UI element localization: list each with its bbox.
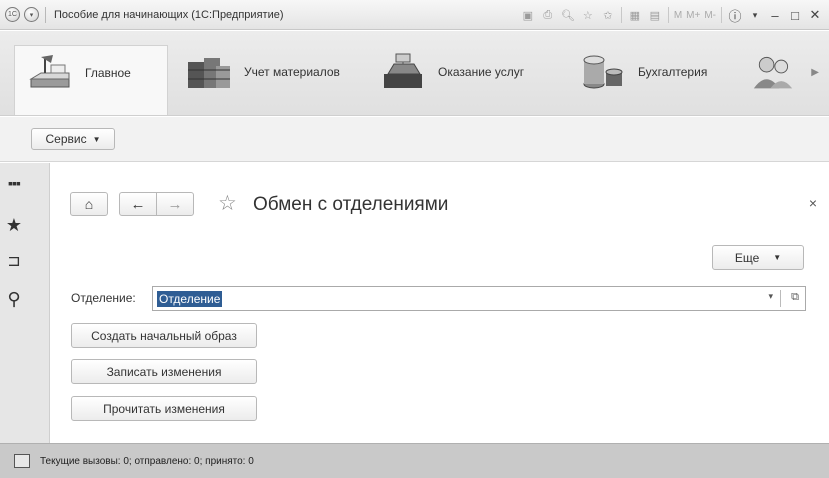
button-label: Прочитать изменения xyxy=(103,401,225,416)
section-services[interactable]: Оказание услуг xyxy=(380,45,550,99)
chevron-down-icon[interactable]: ▾ xyxy=(747,7,763,23)
department-field-label: Отделение: xyxy=(71,291,136,305)
chevron-down-icon: ▼ xyxy=(92,134,101,144)
status-bar: Текущие вызовы: 0; отправлено: 0; принят… xyxy=(0,443,829,478)
service-bar: Сервис ▼ xyxy=(0,117,829,162)
service-menu-button[interactable]: Сервис ▼ xyxy=(31,128,115,150)
warehouse-boxes-icon xyxy=(188,58,230,88)
print-icon[interactable]: ⎙ xyxy=(540,7,556,23)
calculator-icon[interactable]: ▦ xyxy=(627,7,643,23)
window-menu-icon[interactable]: ▾ xyxy=(24,7,39,22)
memory-m-button[interactable]: M xyxy=(674,10,682,21)
section-label: Бухгалтерия xyxy=(638,65,708,79)
desk-lamp-icon xyxy=(29,54,70,87)
tool-separator xyxy=(721,7,722,23)
coins-icon xyxy=(583,55,623,89)
close-form-icon[interactable]: × xyxy=(809,195,817,211)
people-icon xyxy=(753,56,793,89)
write-changes-button[interactable]: Записать изменения xyxy=(71,359,257,384)
service-label: Сервис xyxy=(45,132,87,146)
dropdown-icon[interactable]: ▾ xyxy=(768,291,773,302)
more-label: Еще xyxy=(734,250,760,265)
home-button[interactable]: ⌂ xyxy=(70,192,108,216)
maximize-icon[interactable]: □ xyxy=(787,7,803,23)
forward-button[interactable]: → xyxy=(156,192,194,216)
field-separator xyxy=(780,290,781,307)
open-icon[interactable]: ⧉ xyxy=(791,291,799,304)
window-title: Пособие для начинающих (1С:Предприятие) xyxy=(54,8,284,21)
section-main[interactable]: Главное xyxy=(14,45,168,115)
section-people[interactable] xyxy=(752,45,806,99)
memory-mplus-button[interactable]: M+ xyxy=(686,10,700,21)
info-icon[interactable]: ⓘ xyxy=(727,7,743,24)
title-toolbar: ▣ ⎙ 🔍︎ ☆ ✩ ▦ ▤ M M+ M- ⓘ ▾ – □ ✕ xyxy=(518,0,825,30)
status-text: Текущие вызовы: 0; отправлено: 0; принят… xyxy=(40,455,254,467)
all-functions-grid-icon[interactable]: ▪▪▪ xyxy=(0,175,28,191)
search-icon[interactable]: ⚲ xyxy=(0,289,28,310)
department-field[interactable]: Отделение ▾ ⧉ xyxy=(152,286,806,311)
save-icon[interactable]: ▣ xyxy=(520,7,536,23)
favorite-icon[interactable]: ☆ xyxy=(580,7,596,23)
form-window: ⌂ ← → ☆ Обмен с отделениями × Еще ▼ Отде… xyxy=(51,163,829,443)
favorites-star-icon[interactable]: ★ xyxy=(0,215,28,236)
history-icon[interactable]: ⊐ xyxy=(0,251,28,271)
sections-scroll-right-icon[interactable]: ▶ xyxy=(811,67,819,78)
title-separator xyxy=(45,6,46,23)
add-favorite-star-icon[interactable]: ☆ xyxy=(218,191,237,216)
button-label: Записать изменения xyxy=(106,364,222,379)
create-initial-image-button[interactable]: Создать начальный образ xyxy=(71,323,257,348)
form-title: Обмен с отделениями xyxy=(253,194,449,215)
app-menu-icon[interactable]: 1С xyxy=(5,7,20,22)
arrow-right-icon: → xyxy=(167,195,183,213)
title-bar: 1С ▾ Пособие для начинающих (1С:Предприя… xyxy=(0,0,829,30)
close-window-icon[interactable]: ✕ xyxy=(807,7,823,23)
section-label: Главное xyxy=(85,65,131,80)
connection-status-icon[interactable] xyxy=(14,454,30,468)
tool-separator xyxy=(667,7,669,23)
tool-separator xyxy=(620,7,622,23)
section-label: Учет материалов xyxy=(244,65,340,79)
arrow-left-icon: ← xyxy=(130,195,146,213)
memory-mminus-button[interactable]: M- xyxy=(704,10,716,21)
button-label: Создать начальный образ xyxy=(91,328,237,343)
home-icon: ⌂ xyxy=(84,196,94,212)
left-tool-panel: ▪▪▪ ★ ⊐ ⚲ xyxy=(0,163,50,443)
cash-register-icon xyxy=(384,53,422,88)
read-changes-button[interactable]: Прочитать изменения xyxy=(71,396,257,421)
favorites-list-icon[interactable]: ✩ xyxy=(600,7,616,23)
chevron-down-icon: ▼ xyxy=(773,253,782,262)
department-field-value[interactable]: Отделение xyxy=(157,290,223,307)
section-materials[interactable]: Учет материалов xyxy=(186,45,356,99)
section-accounting[interactable]: Бухгалтерия xyxy=(580,45,740,99)
preview-icon[interactable]: 🔍︎ xyxy=(560,7,576,23)
back-button[interactable]: ← xyxy=(119,192,157,216)
section-label: Оказание услуг xyxy=(438,65,525,79)
minimize-icon[interactable]: – xyxy=(767,7,783,23)
calendar-icon[interactable]: ▤ xyxy=(647,7,663,23)
sections-panel: Главное Учет материалов Оказание услуг Б… xyxy=(0,31,829,116)
more-menu-button[interactable]: Еще ▼ xyxy=(712,245,804,270)
